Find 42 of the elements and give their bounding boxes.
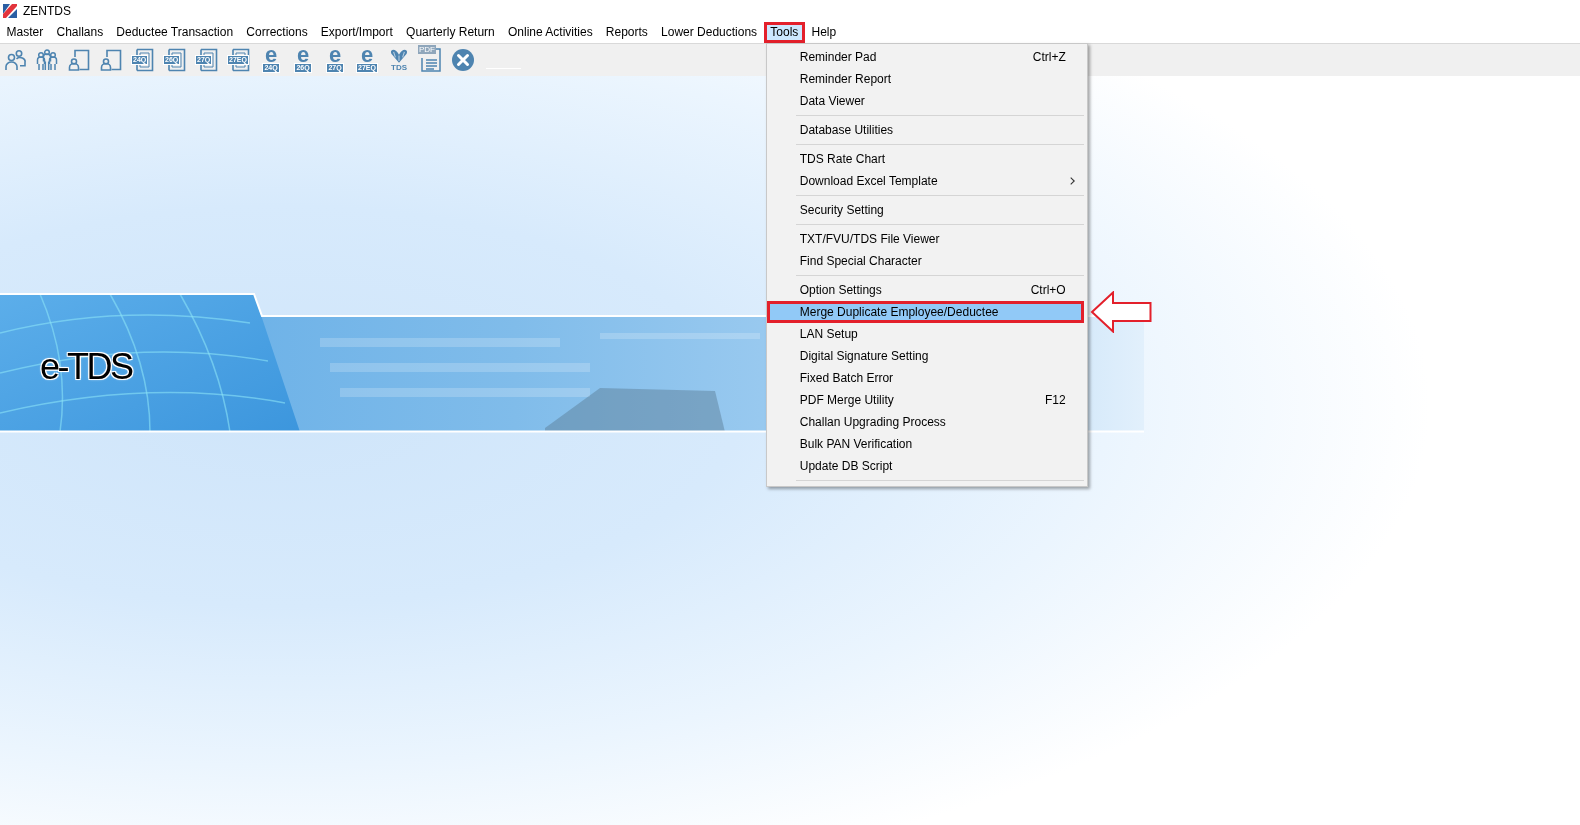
menu-bar-item[interactable]: Export/Import: [314, 22, 400, 43]
menu-item[interactable]: Find Special Character: [766, 250, 1084, 272]
banner-title: e-TDS: [40, 348, 132, 386]
menu-item[interactable]: TXT/FVU/TDS File Viewer: [766, 228, 1084, 250]
menu-item[interactable]: Security Setting: [766, 199, 1084, 221]
logo-icon: [3, 4, 17, 18]
menu-bar-item[interactable]: Master: [0, 22, 50, 43]
menu-item[interactable]: Challan Upgrading Process: [766, 411, 1084, 433]
menu-item[interactable]: Option Settings Ctrl+O: [766, 279, 1084, 301]
menu-bar-item[interactable]: Challans: [49, 22, 110, 43]
close-icon[interactable]: [452, 49, 474, 71]
person-frame-icon[interactable]: [100, 49, 122, 71]
menu-item[interactable]: LAN Setup: [766, 323, 1084, 345]
menu-item[interactable]: Download Excel Template: [766, 170, 1084, 192]
person-frame-icon[interactable]: [68, 49, 90, 71]
menu-item[interactable]: Fixed Batch Error: [766, 367, 1084, 389]
toolbar-button[interactable]: TDS: [385, 45, 413, 75]
menu-item[interactable]: TDS Rate Chart: [766, 148, 1084, 170]
people-icon[interactable]: [4, 49, 26, 71]
shortcut-label: Ctrl+O: [1030, 283, 1066, 297]
document-icon: [420, 48, 442, 72]
menu-item[interactable]: Data Viewer: [766, 90, 1084, 112]
menu-bar-item[interactable]: Help: [804, 22, 843, 43]
menu-bar-item[interactable]: Corrections: [239, 22, 315, 43]
menu-item[interactable]: Reminder Report: [766, 68, 1084, 90]
menu-bar-item[interactable]: Lower Deductions: [654, 22, 764, 43]
menu-bar-item[interactable]: Quarterly Return: [399, 22, 502, 43]
menu-bar-item[interactable]: Reports: [599, 22, 655, 43]
menu-item[interactable]: Reminder Pad Ctrl+Z: [766, 46, 1084, 68]
emblem-icon: [390, 48, 408, 63]
menu-bar-item[interactable]: Online Activities: [501, 22, 600, 43]
menu-bar-item[interactable]: Deductee Transaction: [109, 22, 240, 43]
menu-item[interactable]: PDF Merge Utility F12: [766, 389, 1084, 411]
menu-item[interactable]: Database Utilities: [766, 119, 1084, 141]
shortcut-label: F12: [1045, 393, 1066, 407]
window-title: ZENTDS: [23, 4, 71, 18]
menu-item[interactable]: Update DB Script: [766, 455, 1084, 477]
group-icon[interactable]: [36, 49, 58, 71]
menu-bar-item[interactable]: Tools: [763, 22, 805, 43]
menu-item[interactable]: Digital Signature Setting: [766, 345, 1084, 367]
shortcut-label: Ctrl+Z: [1032, 50, 1066, 64]
menu-item[interactable]: Bulk PAN Verification: [766, 433, 1084, 455]
